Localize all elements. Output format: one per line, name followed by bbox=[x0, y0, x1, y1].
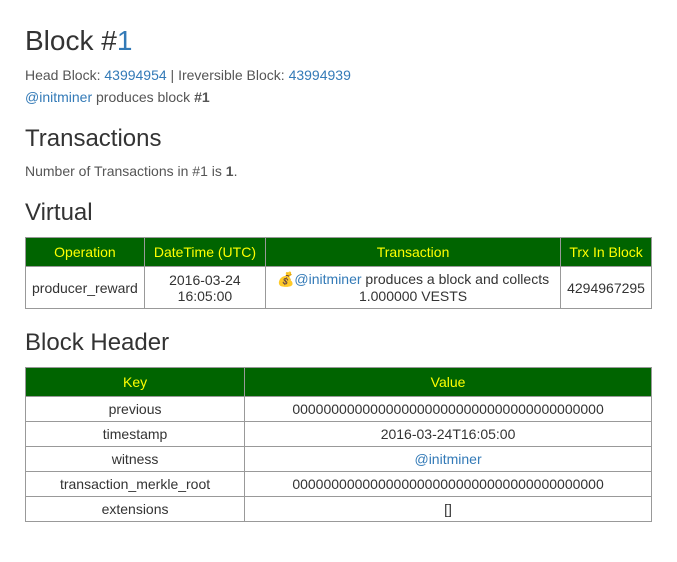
cell-value: 2016-03-24T16:05:00 bbox=[245, 422, 652, 447]
cell-datetime: 2016-03-24 16:05:00 bbox=[144, 267, 265, 309]
transactions-heading: Transactions bbox=[25, 125, 652, 153]
cell-transaction: 💰@initminer produces a block and collect… bbox=[265, 267, 560, 309]
virtual-table: Operation DateTime (UTC) Transaction Trx… bbox=[25, 237, 652, 309]
producer-block-ref: #1 bbox=[194, 89, 210, 105]
cell-key: previous bbox=[26, 397, 245, 422]
title-prefix: Block # bbox=[25, 25, 117, 56]
block-number-link[interactable]: 1 bbox=[117, 25, 133, 56]
block-header-row: witness @initminer bbox=[26, 447, 652, 472]
cell-operation: producer_reward bbox=[26, 267, 145, 309]
cell-value: @initminer bbox=[245, 447, 652, 472]
block-header-row: transaction_merkle_root00000000000000000… bbox=[26, 472, 652, 497]
cell-value: 0000000000000000000000000000000000000000 bbox=[245, 472, 652, 497]
block-header-heading: Block Header bbox=[25, 329, 652, 357]
separator: | Ireversible Block: bbox=[167, 67, 289, 83]
block-header-row: previous00000000000000000000000000000000… bbox=[26, 397, 652, 422]
cell-trx-in-block: 4294967295 bbox=[561, 267, 652, 309]
block-header-row: extensions[] bbox=[26, 497, 652, 522]
col-value: Value bbox=[245, 368, 652, 397]
block-header-table: Key Value previous0000000000000000000000… bbox=[25, 367, 652, 522]
col-trx-in-block: Trx In Block bbox=[561, 238, 652, 267]
block-header-row: timestamp2016-03-24T16:05:00 bbox=[26, 422, 652, 447]
tx-count-prefix: Number of Transactions in #1 is bbox=[25, 163, 226, 179]
cell-key: timestamp bbox=[26, 422, 245, 447]
tx-count-suffix: . bbox=[234, 163, 238, 179]
col-operation: Operation bbox=[26, 238, 145, 267]
irreversible-block-link[interactable]: 43994939 bbox=[289, 67, 351, 83]
page-title: Block #1 bbox=[25, 25, 652, 57]
producer-user-link[interactable]: @initminer bbox=[25, 89, 92, 105]
virtual-heading: Virtual bbox=[25, 199, 652, 227]
producer-text: produces block bbox=[92, 89, 194, 105]
tx-user-link[interactable]: @initminer bbox=[294, 271, 361, 287]
col-datetime: DateTime (UTC) bbox=[144, 238, 265, 267]
virtual-header-row: Operation DateTime (UTC) Transaction Trx… bbox=[26, 238, 652, 267]
cell-key: witness bbox=[26, 447, 245, 472]
col-key: Key bbox=[26, 368, 245, 397]
head-block-link[interactable]: 43994954 bbox=[104, 67, 166, 83]
transactions-count-line: Number of Transactions in #1 is 1. bbox=[25, 163, 652, 179]
block-header-header-row: Key Value bbox=[26, 368, 652, 397]
tx-description: produces a block and collects 1.000000 V… bbox=[359, 271, 549, 304]
value-link[interactable]: @initminer bbox=[414, 451, 481, 467]
cell-value: [] bbox=[245, 497, 652, 522]
cell-value: 0000000000000000000000000000000000000000 bbox=[245, 397, 652, 422]
col-transaction: Transaction bbox=[265, 238, 560, 267]
virtual-row: producer_reward 2016-03-24 16:05:00 💰@in… bbox=[26, 267, 652, 309]
cell-key: transaction_merkle_root bbox=[26, 472, 245, 497]
tx-count: 1 bbox=[226, 163, 234, 179]
producer-line: @initminer produces block #1 bbox=[25, 89, 652, 105]
money-bag-icon: 💰 bbox=[277, 271, 294, 288]
head-block-line: Head Block: 43994954 | Ireversible Block… bbox=[25, 67, 652, 83]
head-block-label: Head Block: bbox=[25, 67, 104, 83]
cell-key: extensions bbox=[26, 497, 245, 522]
